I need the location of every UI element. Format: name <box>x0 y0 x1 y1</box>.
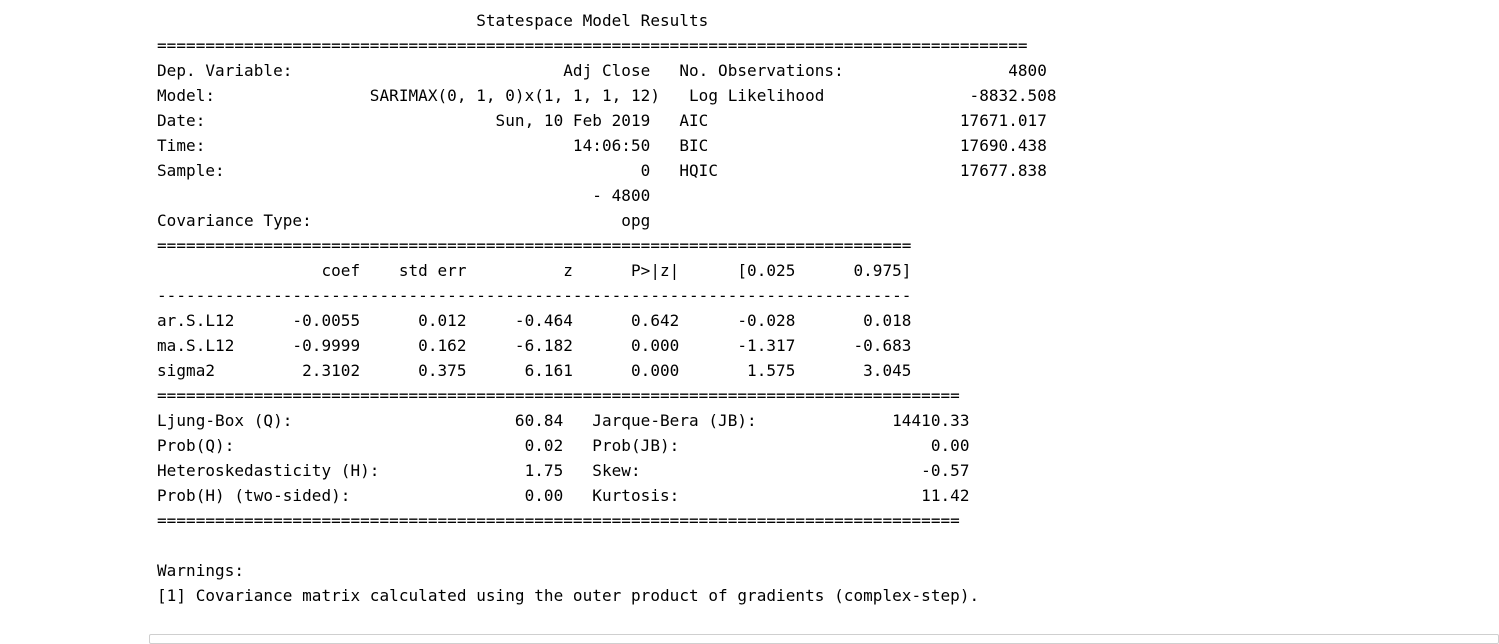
next-cell[interactable] <box>149 634 1499 644</box>
coef-row-ma-s-l12: ma.S.L12 -0.9999 0.162 -6.182 0.000 -1.3… <box>157 336 912 355</box>
divider: ========================================… <box>157 36 1028 55</box>
diagnostics-row-prob-q: Prob(Q): 0.02 Prob(JB): 0.00 <box>157 436 970 455</box>
warnings-heading: Warnings: <box>157 561 245 580</box>
divider: ========================================… <box>157 236 912 255</box>
summary-row-sample-end: - 4800 <box>157 186 1028 205</box>
divider: ========================================… <box>157 511 960 530</box>
diagnostics-row-heteroskedasticity: Heteroskedasticity (H): 1.75 Skew: -0.57 <box>157 461 970 480</box>
coef-table-header: coef std err z P>|z| [0.025 0.975] <box>157 261 912 280</box>
coef-table-rule: ----------------------------------------… <box>157 286 912 305</box>
diagnostics-row-prob-h: Prob(H) (two-sided): 0.00 Kurtosis: 11.4… <box>157 486 970 505</box>
summary-row-dep-variable: Dep. Variable: Adj Close No. Observation… <box>157 61 1047 80</box>
coef-row-sigma2: sigma2 2.3102 0.375 6.161 0.000 1.575 3.… <box>157 361 912 380</box>
coef-row-ar-s-l12: ar.S.L12 -0.0055 0.012 -0.464 0.642 -0.0… <box>157 311 912 330</box>
diagnostics-row-ljung-box: Ljung-Box (Q): 60.84 Jarque-Bera (JB): 1… <box>157 411 970 430</box>
model-results-output: Statespace Model Results ===============… <box>157 8 1057 608</box>
divider: ========================================… <box>157 386 960 405</box>
summary-row-model: Model: SARIMAX(0, 1, 0)x(1, 1, 1, 12) Lo… <box>157 86 1057 105</box>
warning-item: [1] Covariance matrix calculated using t… <box>157 586 980 605</box>
summary-row-date: Date: Sun, 10 Feb 2019 AIC 17671.017 <box>157 111 1047 130</box>
summary-row-sample: Sample: 0 HQIC 17677.838 <box>157 161 1047 180</box>
summary-row-covariance-type: Covariance Type: opg <box>157 211 1028 230</box>
summary-row-time: Time: 14:06:50 BIC 17690.438 <box>157 136 1047 155</box>
results-title: Statespace Model Results <box>157 11 1028 30</box>
